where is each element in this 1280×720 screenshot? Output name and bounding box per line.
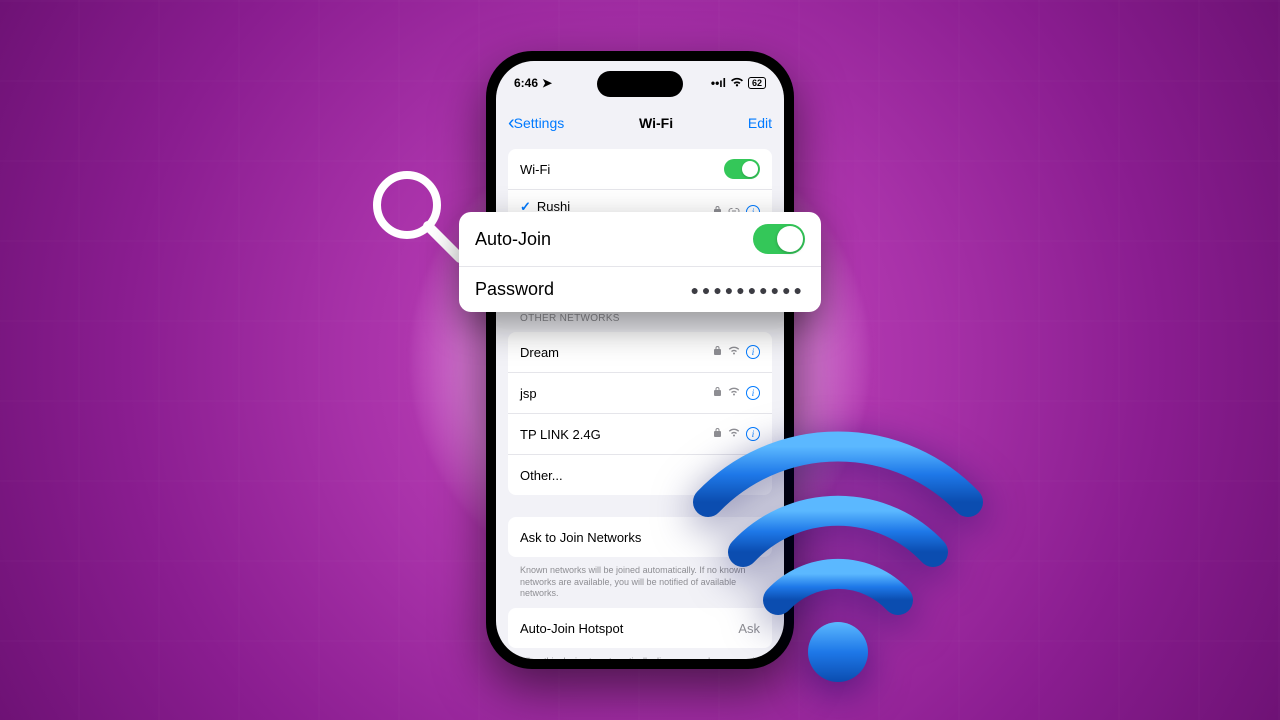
network-name: Dream	[520, 345, 559, 360]
nav-bar: ‹ Settings Wi-Fi Edit	[496, 105, 784, 141]
location-icon: ➤	[542, 76, 552, 90]
magnifier-icon	[352, 160, 472, 280]
hotspot-label: Auto-Join Hotspot	[520, 621, 623, 636]
autojoin-row[interactable]: Auto-Join	[459, 212, 821, 267]
dynamic-island	[597, 71, 683, 97]
network-name: TP LINK 2.4G	[520, 427, 601, 442]
edit-button[interactable]: Edit	[748, 115, 772, 131]
battery-icon: 62	[748, 77, 766, 89]
wifi-toggle-row[interactable]: Wi-Fi	[508, 149, 772, 190]
password-row[interactable]: Password ●●●●●●●●●●	[459, 267, 821, 312]
back-label: Settings	[514, 115, 565, 131]
password-label: Password	[475, 279, 554, 300]
ask-join-label: Ask to Join Networks	[520, 530, 641, 545]
page-title: Wi-Fi	[639, 115, 673, 131]
autojoin-label: Auto-Join	[475, 229, 551, 250]
signal-icon: ••ıl	[711, 76, 726, 90]
status-time: 6:46	[514, 76, 538, 90]
network-row-0[interactable]: Dream i	[508, 332, 772, 373]
network-detail-card: Auto-Join Password ●●●●●●●●●●	[459, 212, 821, 312]
network-name: jsp	[520, 386, 537, 401]
other-label: Other...	[520, 468, 563, 483]
big-wifi-icon	[688, 392, 988, 692]
wifi-signal-icon	[728, 346, 740, 358]
password-mask: ●●●●●●●●●●	[690, 282, 805, 298]
info-icon[interactable]: i	[746, 345, 760, 359]
lock-icon	[713, 345, 722, 359]
other-networks-header: OTHER NETWORKS	[520, 313, 760, 324]
wifi-toggle[interactable]	[724, 159, 760, 179]
autojoin-toggle[interactable]	[753, 224, 805, 254]
back-button[interactable]: ‹ Settings	[508, 112, 564, 135]
wifi-toggle-label: Wi-Fi	[520, 162, 550, 177]
wifi-status-icon	[730, 76, 744, 90]
